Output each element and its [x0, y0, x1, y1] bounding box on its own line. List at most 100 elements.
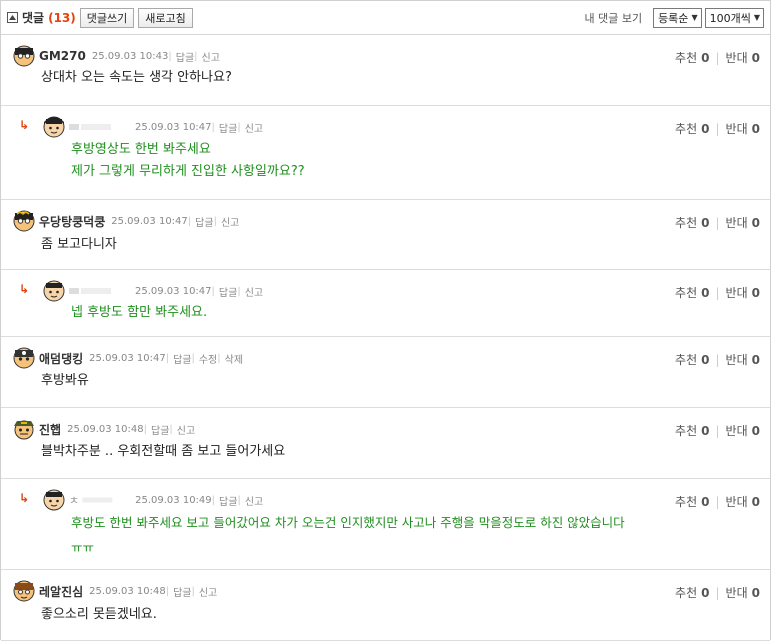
report-link[interactable]: 신고	[202, 49, 220, 64]
edit-link[interactable]: 수정	[199, 351, 217, 366]
avatar-icon	[43, 280, 65, 302]
delete-link[interactable]: 삭제	[225, 351, 243, 366]
upvote-count: 0	[701, 51, 710, 65]
upvote-button[interactable]: 추천 0	[675, 351, 709, 368]
comment-line: 블박차주분 .. 우회전할때 좀 보고 들어가세요	[41, 444, 286, 459]
comment-author[interactable]: 진햅	[39, 421, 61, 438]
comment-time: 25.09.03 10:49	[135, 494, 212, 506]
nickname-blurred	[69, 124, 111, 130]
report-link[interactable]: 신고	[221, 214, 239, 229]
downvote-button[interactable]: 반대 0	[726, 584, 760, 601]
comment-line: 제가 그렇게 무리하게 진입한 사항일까요??	[71, 164, 305, 179]
comment-toolbar: 댓글 (13) 댓글쓰기 새로고침 내 댓글 보기 등록순 ▼ 100개씩 ▼	[1, 1, 770, 35]
comment-line: 상대차 오는 속도는 생각 안하나요?	[41, 70, 232, 85]
reply-link[interactable]: 답글	[219, 493, 237, 508]
report-link[interactable]: 신고	[245, 284, 263, 299]
comment-item: 레알진심 25.09.03 10:48 | 답글 | 신고 추천 0 | 반대 0 좋으…	[1, 570, 770, 641]
comment-author[interactable]: 레알진심	[39, 583, 83, 600]
reply-link[interactable]: 답글	[219, 120, 237, 135]
report-link[interactable]: 신고	[245, 493, 263, 508]
chevron-down-icon: ▼	[691, 13, 698, 22]
page-size-value: 100개씩	[709, 11, 751, 25]
comments-title: 댓글	[22, 11, 45, 25]
vote-box: 추천 0 | 반대 0	[675, 49, 760, 66]
comment-line: 좀 보고다니자	[41, 237, 117, 252]
comment-text: 좀 보고다니자	[41, 234, 117, 256]
avatar-icon	[13, 347, 35, 369]
reply-arrow-icon: ↳	[19, 118, 30, 132]
downvote-count: 0	[751, 586, 760, 600]
comment-author[interactable]: 애덤댕킹	[39, 350, 83, 367]
downvote-count: 0	[751, 424, 760, 438]
upvote-button[interactable]: 추천 0	[675, 49, 709, 66]
nickname-blurred	[69, 288, 111, 294]
comment-item: 애덤댕킹 25.09.03 10:47 | 답글 | 수정 | 삭제 추천 0 | 반대…	[1, 337, 770, 408]
reply-link[interactable]: 답글	[219, 284, 237, 299]
my-comments-link[interactable]: 내 댓글 보기	[584, 10, 642, 26]
vote-box: 추천 0 | 반대 0	[675, 422, 760, 439]
comment-text: 넵 후방도 함만 봐주세요.	[71, 302, 207, 324]
comment-text: 후방도 한번 봐주세요 보고 들어갔어요 차가 오는건 인지했지만 사고나 주행…	[71, 512, 625, 559]
comment-item: 우당탕쿵덕쿵 25.09.03 10:47 | 답글 | 신고 추천 0 | 반대 0 …	[1, 200, 770, 270]
vote-box: 추천 0 | 반대 0	[675, 120, 760, 137]
comment-author[interactable]: GM270	[39, 49, 86, 63]
upvote-button[interactable]: 추천 0	[675, 214, 709, 231]
comment-text: 후방봐유	[41, 370, 89, 392]
downvote-button[interactable]: 반대 0	[726, 120, 760, 137]
reply-link[interactable]: 답글	[151, 422, 169, 437]
report-link[interactable]: 신고	[245, 120, 263, 135]
comment-text: 상대차 오는 속도는 생각 안하나요?	[41, 67, 232, 89]
comment-time: 25.09.03 10:47	[89, 352, 166, 364]
downvote-count: 0	[751, 286, 760, 300]
avatar-icon	[13, 210, 35, 232]
sort-select-value: 등록순	[658, 11, 689, 25]
downvote-button[interactable]: 반대 0	[726, 284, 760, 301]
downvote-button[interactable]: 반대 0	[726, 493, 760, 510]
comment-time: 25.09.03 10:47	[111, 215, 188, 227]
upvote-button[interactable]: 추천 0	[675, 422, 709, 439]
vote-box: 추천 0 | 반대 0	[675, 214, 760, 231]
comment-line: 후방봐유	[41, 373, 89, 388]
reply-link[interactable]: 답글	[173, 351, 191, 366]
downvote-count: 0	[751, 353, 760, 367]
downvote-button[interactable]: 반대 0	[726, 422, 760, 439]
downvote-button[interactable]: 반대 0	[726, 351, 760, 368]
downvote-button[interactable]: 반대 0	[726, 49, 760, 66]
reply-item: ↳ 25.09.03 10:47 | 답글 | 신고 추천 0 | 반대 0 넵 후방도…	[1, 270, 770, 337]
avatar-icon	[14, 420, 34, 440]
comment-line: 후방도 한번 봐주세요 보고 들어갔어요 차가 오는건 인지했지만 사고나 주행…	[71, 515, 625, 530]
comment-time: 25.09.03 10:48	[89, 585, 166, 597]
avatar-icon	[13, 45, 35, 67]
page-size-select[interactable]: 100개씩 ▼	[704, 7, 764, 28]
vote-box: 추천 0 | 반대 0	[675, 493, 760, 510]
downvote-count: 0	[751, 51, 760, 65]
upvote-count: 0	[701, 286, 710, 300]
upvote-count: 0	[701, 586, 710, 600]
comment-text: 좋으소리 못듣겠네요.	[41, 604, 157, 626]
sort-select[interactable]: 등록순 ▼	[653, 7, 702, 28]
collapse-icon[interactable]	[7, 12, 18, 23]
nickname-blurred	[82, 497, 113, 503]
write-comment-button[interactable]: 댓글쓰기	[79, 7, 135, 28]
reply-link[interactable]: 답글	[195, 214, 213, 229]
avatar-icon	[43, 489, 65, 511]
downvote-button[interactable]: 반대 0	[726, 214, 760, 231]
comment-time: 25.09.03 10:47	[135, 285, 212, 297]
chevron-down-icon: ▼	[753, 13, 760, 22]
upvote-button[interactable]: 추천 0	[675, 120, 709, 137]
upvote-button[interactable]: 추천 0	[675, 284, 709, 301]
reply-arrow-icon: ↳	[19, 282, 30, 296]
comment-time: 25.09.03 10:47	[135, 121, 212, 133]
report-link[interactable]: 신고	[199, 584, 217, 599]
comment-author[interactable]: 우당탕쿵덕쿵	[39, 213, 105, 230]
reply-item: ↳ ㅊ 25.09.03 10:49 | 답글 | 신고 추천 0 | 반대 0 후방도…	[1, 479, 770, 570]
reply-link[interactable]: 답글	[173, 584, 191, 599]
comment-author[interactable]: ㅊ	[69, 492, 79, 508]
vote-box: 추천 0 | 반대 0	[675, 584, 760, 601]
refresh-button[interactable]: 새로고침	[138, 7, 193, 28]
report-link[interactable]: 신고	[177, 422, 195, 437]
reply-link[interactable]: 답글	[176, 49, 194, 64]
upvote-button[interactable]: 추천 0	[675, 584, 709, 601]
comment-time: 25.09.03 10:43	[91, 50, 169, 62]
upvote-button[interactable]: 추천 0	[675, 493, 709, 510]
